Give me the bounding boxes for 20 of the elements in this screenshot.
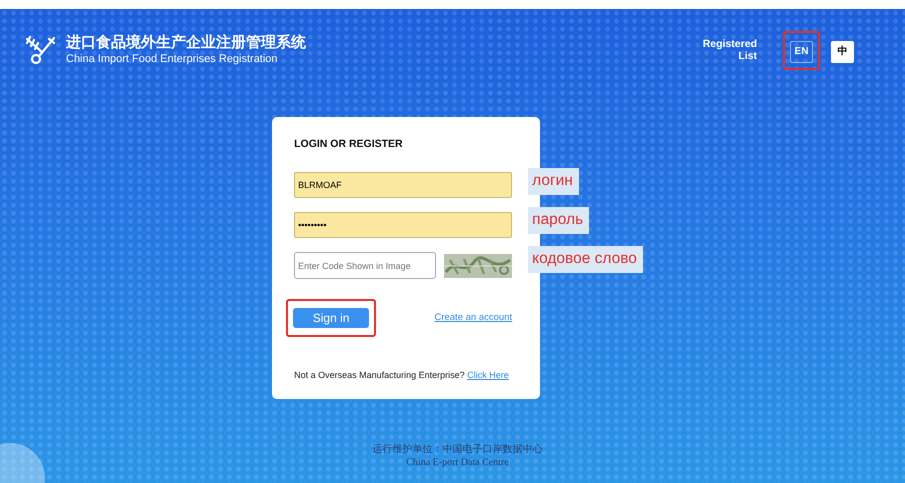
login-title: LOGIN OR REGISTER (294, 136, 404, 152)
sign-in-button[interactable]: Sign in (293, 308, 370, 328)
password-field[interactable]: ••••••••• (294, 212, 512, 238)
create-account-link[interactable]: Create an account (434, 311, 512, 326)
annotation-label: логин (528, 168, 579, 194)
logo-icon (24, 35, 58, 66)
system-title: 进口食品境外生产企业注册管理系统 (66, 34, 306, 52)
annotation-label: пароль (528, 206, 590, 234)
captcha-drawing (444, 254, 512, 278)
captcha-field[interactable]: Enter Code Shown in Image (294, 252, 436, 280)
language-button[interactable]: EN (790, 40, 813, 62)
system-subtitle: China Import Food Enterprises Registration (66, 52, 279, 66)
language-button[interactable]: 中 (831, 40, 854, 62)
registered-list-link[interactable]: Registered List (702, 38, 757, 62)
click-here-link[interactable]: Click Here (467, 370, 509, 380)
footer-credit: China E-port Data Centre (405, 456, 510, 469)
username-field[interactable]: BLRMOAF (294, 172, 512, 198)
enterprise-note: Not a Overseas Manufacturing Enterprise? Click Here (294, 369, 510, 382)
footer-operator: 运行维护单位：中国电子口岸数据中心 (372, 442, 544, 456)
annotation-label: кодовое слово (528, 246, 643, 272)
